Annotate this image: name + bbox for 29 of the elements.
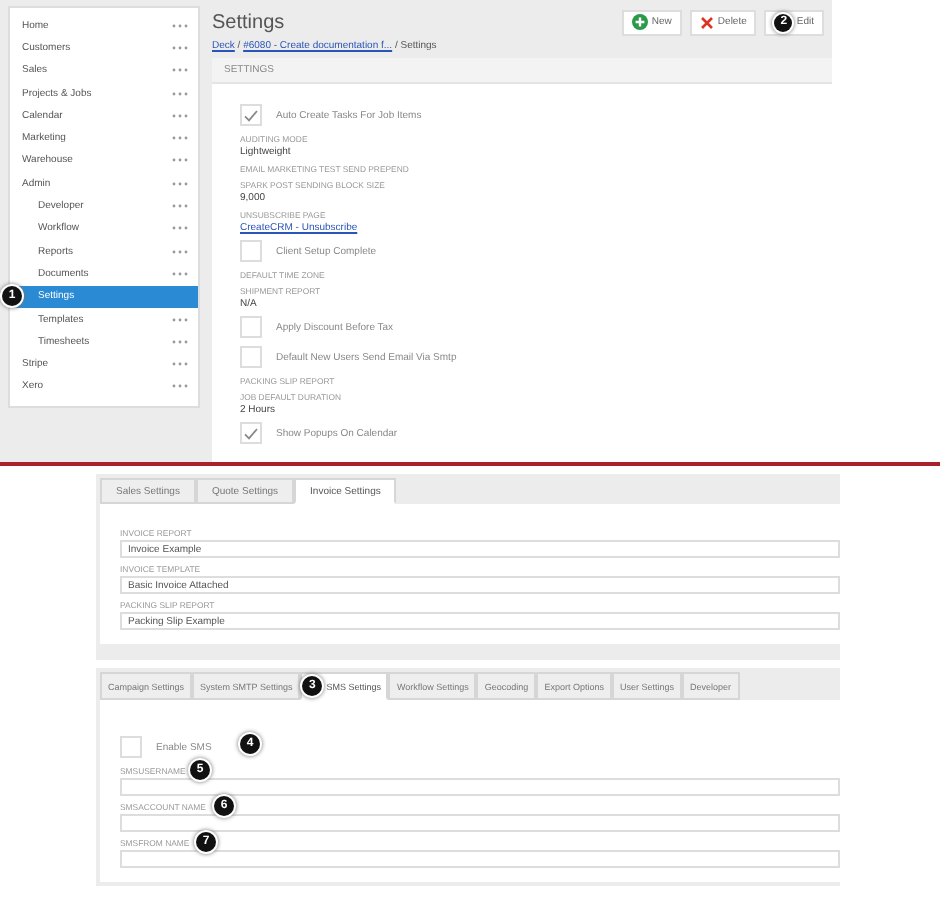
checkbox[interactable] bbox=[120, 736, 142, 758]
checkmark-icon bbox=[244, 109, 258, 121]
more-icon[interactable] bbox=[172, 113, 188, 118]
more-icon[interactable] bbox=[172, 136, 188, 141]
more-icon[interactable] bbox=[172, 158, 188, 163]
checkbox[interactable] bbox=[240, 104, 262, 126]
checkbox[interactable] bbox=[240, 316, 262, 338]
more-icon[interactable] bbox=[172, 362, 188, 367]
input-field[interactable] bbox=[120, 778, 840, 796]
page-title: Settings bbox=[212, 11, 285, 33]
more-icon[interactable] bbox=[172, 204, 188, 209]
more-icon[interactable] bbox=[172, 181, 188, 186]
more-icon[interactable] bbox=[172, 68, 188, 73]
more-icon[interactable] bbox=[172, 339, 188, 344]
more-icon[interactable] bbox=[172, 384, 188, 389]
more-icon[interactable] bbox=[172, 91, 188, 96]
more-icon[interactable] bbox=[172, 249, 188, 254]
more-icon[interactable] bbox=[172, 23, 188, 28]
input-field[interactable] bbox=[120, 850, 840, 868]
checkbox[interactable] bbox=[240, 346, 262, 368]
more-icon[interactable] bbox=[172, 271, 188, 276]
plus-icon bbox=[631, 14, 648, 30]
input-field[interactable] bbox=[120, 814, 840, 832]
checkbox[interactable] bbox=[240, 240, 262, 262]
close-icon bbox=[699, 15, 714, 29]
more-icon[interactable] bbox=[172, 45, 188, 50]
checkmark-icon bbox=[244, 427, 258, 439]
more-icon[interactable] bbox=[172, 226, 188, 231]
checkbox[interactable] bbox=[240, 422, 262, 444]
